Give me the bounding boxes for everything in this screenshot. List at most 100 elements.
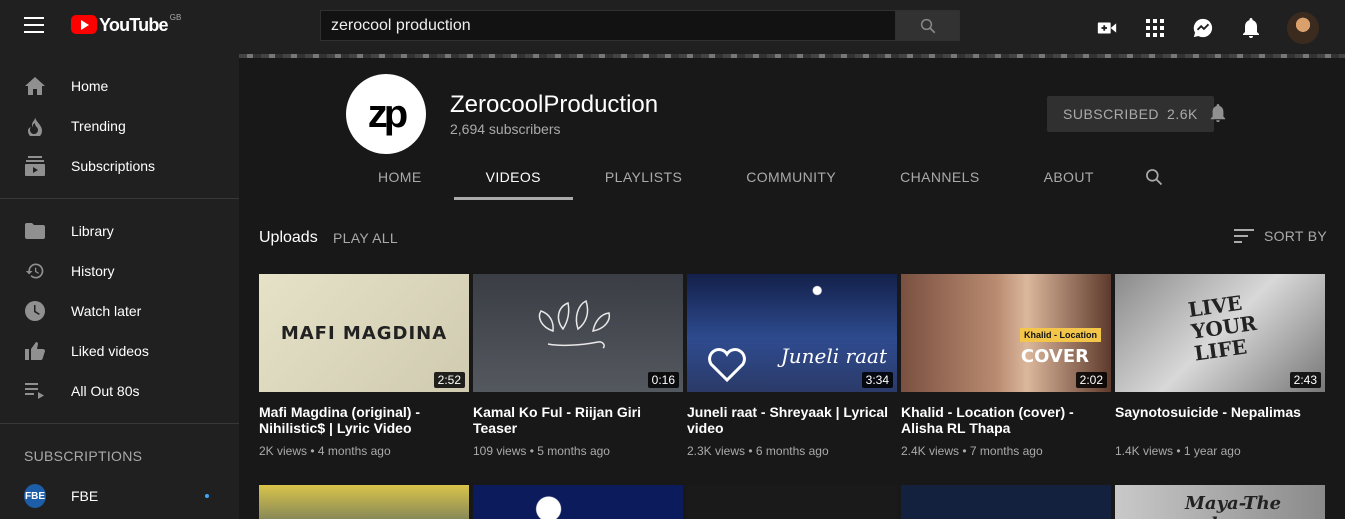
video-title[interactable]: Kamal Ko Ful - Riijan Giri Teaser <box>473 404 683 436</box>
search-button[interactable] <box>896 10 960 41</box>
video-duration: 2:02 <box>1075 372 1107 388</box>
video-views: 2.3K views <box>687 444 746 458</box>
video-duration: 2:52 <box>433 372 465 388</box>
video-duration: 3:34 <box>861 372 893 388</box>
account-avatar[interactable] <box>1287 12 1319 44</box>
sidebar-item-label: Watch later <box>71 303 142 319</box>
video-thumbnail[interactable]: MAFI MAGDINA 2:52 <box>259 274 469 392</box>
notifications-icon[interactable] <box>1239 16 1263 40</box>
uploads-title: Uploads <box>259 229 318 246</box>
sidebar-item-fbe[interactable]: FBE FBE <box>0 476 239 516</box>
video-thumbnail[interactable]: Juneli raat 3:34 <box>687 274 897 392</box>
video-age: 5 months ago <box>537 444 610 458</box>
sidebar-divider <box>0 423 239 424</box>
sidebar-item-watch-later[interactable]: Watch later <box>0 291 239 331</box>
subscriber-count: 2,694 subscribers <box>450 121 561 137</box>
sidebar-item-subscriptions[interactable]: Subscriptions <box>0 146 239 186</box>
tab-about[interactable]: ABOUT <box>1012 158 1126 200</box>
sidebar-item-library[interactable]: Library <box>0 211 239 251</box>
video-meta: 2K views • 4 months ago <box>259 444 391 458</box>
menu-icon[interactable] <box>24 17 44 35</box>
video-card[interactable]: MAFI MAGDINA 2:52 Mafi Magdina (original… <box>259 274 469 458</box>
watch-later-icon <box>24 300 46 322</box>
video-grid: MAFI MAGDINA 2:52 Mafi Magdina (original… <box>259 274 1329 458</box>
video-thumbnail[interactable] <box>901 485 1111 519</box>
video-thumbnail[interactable]: 0:16 <box>473 274 683 392</box>
video-thumbnail[interactable] <box>259 485 469 519</box>
channel-header: zp ZerocoolProduction 2,694 subscribers … <box>239 58 1345 200</box>
sidebar-item-label: All Out 80s <box>71 383 140 399</box>
video-thumbnail[interactable]: Maya-The uglyz <box>1115 485 1325 519</box>
video-age: 1 year ago <box>1183 444 1241 458</box>
thumbnail-text: MAFI MAGDINA <box>280 322 448 344</box>
trending-icon <box>24 115 46 137</box>
channel-avatar-fbe: FBE <box>24 484 46 508</box>
tab-channels[interactable]: CHANNELS <box>868 158 1011 200</box>
sidebar-item-home[interactable]: Home <box>0 66 239 106</box>
video-title[interactable]: Juneli raat - Shreyaak | Lyrical video <box>687 404 897 436</box>
sidebar-item-label: FBE <box>71 488 99 504</box>
sidebar-item-liked-videos[interactable]: Liked videos <box>0 331 239 371</box>
video-views: 1.4K views <box>1115 444 1174 458</box>
video-duration: 2:43 <box>1289 372 1321 388</box>
fbe-avatar-text: FBE <box>24 484 46 508</box>
video-views: 2.4K views <box>901 444 960 458</box>
messages-icon[interactable] <box>1191 16 1215 40</box>
top-actions <box>1071 12 1319 44</box>
video-thumbnail[interactable]: Khalid - Location COVER 2:02 <box>901 274 1111 392</box>
notification-bell-button[interactable] <box>1209 103 1227 128</box>
uploads-section: Uploads PLAY ALL SORT BY MAFI MAGDINA 2:… <box>239 200 1345 519</box>
video-thumbnail[interactable] <box>687 485 897 519</box>
sidebar-divider <box>0 198 239 199</box>
thumbnail-text: Maya-The uglyz <box>1185 493 1282 519</box>
tab-videos[interactable]: VIDEOS <box>453 158 574 200</box>
video-thumbnail[interactable] <box>473 485 683 519</box>
video-title[interactable]: Mafi Magdina (original) - Nihilistic$ | … <box>259 404 469 436</box>
video-card[interactable]: LIVE YOUR LIFE 2:43 Saynotosuicide - Nep… <box>1115 274 1325 458</box>
thumbnail-text: LIVE YOUR LIFE <box>1186 290 1259 366</box>
search-icon <box>1145 169 1162 186</box>
create-video-icon[interactable] <box>1095 16 1119 40</box>
bell-icon <box>1210 104 1226 122</box>
video-age: 4 months ago <box>317 444 391 458</box>
home-icon <box>24 75 46 97</box>
tab-playlists[interactable]: PLAYLISTS <box>573 158 714 200</box>
playlist-icon <box>24 380 46 402</box>
apps-icon[interactable] <box>1143 16 1167 40</box>
tab-community[interactable]: COMMUNITY <box>714 158 868 200</box>
sidebar-item-label: Library <box>71 223 114 239</box>
video-card[interactable]: Khalid - Location COVER 2:02 Khalid - Lo… <box>901 274 1111 458</box>
search-input[interactable] <box>320 10 896 41</box>
channel-avatar[interactable]: zp <box>346 74 426 154</box>
sort-by-button[interactable]: SORT BY <box>1233 228 1327 244</box>
video-thumbnail[interactable]: LIVE YOUR LIFE 2:43 <box>1115 274 1325 392</box>
video-title[interactable]: Saynotosuicide - Nepalimas <box>1115 404 1325 436</box>
tab-home[interactable]: HOME <box>346 158 454 200</box>
play-logo-icon <box>71 15 97 34</box>
sort-icon <box>1233 229 1254 243</box>
video-grid-row-2: Maya-The uglyz <box>259 485 1329 519</box>
video-meta: 2.4K views • 7 months ago <box>901 444 1043 458</box>
sidebar-item-label: Liked videos <box>71 343 149 359</box>
sidebar-item-all-out-80s[interactable]: All Out 80s <box>0 371 239 411</box>
video-card[interactable]: Juneli raat 3:34 Juneli raat - Shreyaak … <box>687 274 897 458</box>
video-title[interactable]: Khalid - Location (cover) - Alisha RL Th… <box>901 404 1111 436</box>
thumbnail-label: Khalid - Location <box>1020 328 1101 342</box>
search-bar <box>320 10 960 41</box>
sidebar-item-label: Trending <box>71 118 126 134</box>
sidebar-item-history[interactable]: History <box>0 251 239 291</box>
sidebar-item-label: History <box>71 263 115 279</box>
youtube-logo[interactable]: YouTube GB <box>71 13 182 35</box>
video-age: 7 months ago <box>969 444 1043 458</box>
sidebar-item-label: Home <box>71 78 109 94</box>
play-all-button[interactable]: PLAY ALL <box>333 230 398 246</box>
subscribed-button[interactable]: SUBSCRIBED 2.6K <box>1047 96 1214 132</box>
library-icon <box>24 220 46 242</box>
logo-region: GB <box>169 13 182 22</box>
video-card[interactable]: 0:16 Kamal Ko Ful - Riijan Giri Teaser 1… <box>473 274 683 458</box>
sidebar-item-trending[interactable]: Trending <box>0 106 239 146</box>
channel-search-button[interactable] <box>1126 158 1182 196</box>
sort-by-label: SORT BY <box>1263 228 1327 244</box>
channel-name: ZerocoolProduction <box>450 91 659 118</box>
sidebar-section-title: SUBSCRIPTIONS <box>24 448 143 464</box>
